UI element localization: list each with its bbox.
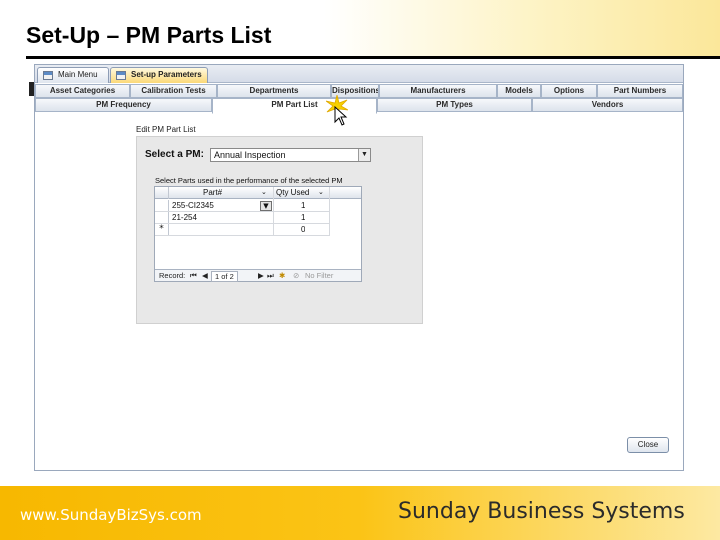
title-rule	[26, 56, 720, 59]
tab-calibration-tests[interactable]: Calibration Tests	[130, 84, 217, 98]
sort-arrow-icon: ⌄	[261, 189, 267, 196]
select-pm-label: Select a PM:	[145, 149, 204, 160]
tab-models[interactable]: Models	[497, 84, 541, 98]
slide-title: Set-Up – PM Parts List	[26, 22, 272, 48]
footer-url: www.SundayBizSys.com	[20, 506, 202, 524]
form-caption: Edit PM Part List	[136, 125, 196, 134]
slide-footer: www.SundayBizSys.com Sunday Business Sys…	[0, 486, 720, 540]
tab-pm-types[interactable]: PM Types	[377, 98, 532, 112]
column-header-part[interactable]: Part#	[203, 187, 222, 198]
new-record-marker[interactable]: *	[155, 224, 169, 235]
doc-tab-main-menu[interactable]: Main Menu	[37, 67, 109, 83]
tab-part-numbers[interactable]: Part Numbers	[597, 84, 683, 98]
subform-label: Select Parts used in the performance of …	[155, 176, 343, 185]
footer-company: Sunday Business Systems	[398, 499, 685, 524]
form-icon	[116, 71, 126, 80]
select-pm-value: Annual Inspection	[214, 150, 286, 160]
new-record-icon[interactable]: ✱	[279, 271, 285, 280]
pm-part-list-form: Select a PM: Annual Inspection ▼ Select …	[136, 136, 423, 324]
doc-tab-label: Main Menu	[58, 70, 98, 79]
column-header-qty[interactable]: Qty Used	[276, 187, 309, 198]
parts-grid: Part# ⌄ Qty Used ⌄ 255-CI2345 ▼ 1 21-254…	[154, 186, 362, 282]
qty-cell-new[interactable]: 0	[301, 224, 305, 235]
form-icon	[43, 71, 53, 80]
tab-pm-part-list[interactable]: PM Part List	[212, 98, 377, 114]
row-divider	[155, 235, 330, 236]
tab-departments[interactable]: Departments	[217, 84, 331, 98]
part-dropdown-button[interactable]: ▼	[260, 201, 272, 211]
doc-tab-setup-parameters[interactable]: Set-up Parameters	[110, 67, 208, 83]
tab-row-2: PM Frequency PM Part List PM Types Vendo…	[35, 98, 683, 114]
tab-manufacturers[interactable]: Manufacturers	[379, 84, 497, 98]
qty-cell[interactable]: 1	[301, 212, 305, 223]
last-record-icon[interactable]: ⏭	[267, 271, 274, 281]
part-cell[interactable]: 21-254	[172, 212, 197, 223]
previous-record-icon[interactable]: ◀	[202, 271, 208, 280]
sort-arrow-icon: ⌄	[318, 189, 324, 196]
record-selector[interactable]	[155, 212, 169, 223]
next-record-icon[interactable]: ▶	[258, 271, 264, 280]
record-selector[interactable]	[155, 200, 169, 211]
grid-header: Part# ⌄ Qty Used ⌄	[155, 187, 361, 199]
qty-cell[interactable]: 1	[301, 200, 305, 211]
close-button[interactable]: Close	[627, 437, 669, 453]
tab-pm-frequency[interactable]: PM Frequency	[35, 98, 212, 112]
document-tab-strip: Main Menu Set-up Parameters	[35, 65, 683, 83]
doc-tab-label: Set-up Parameters	[131, 70, 202, 79]
record-position[interactable]: 1 of 2	[211, 271, 238, 282]
tab-row-1: Asset Categories Calibration Tests Depar…	[35, 84, 683, 98]
app-window: Main Menu Set-up Parameters Asset Catego…	[34, 64, 684, 471]
tab-vendors[interactable]: Vendors	[532, 98, 683, 112]
record-label: Record:	[159, 271, 186, 280]
record-navigator: Record: ⏮ ◀ 1 of 2 ▶ ⏭ ✱ ⊘ No Filter	[155, 269, 361, 282]
part-cell[interactable]: 255-CI2345	[172, 200, 214, 211]
mouse-pointer-icon	[334, 106, 348, 126]
select-all-corner[interactable]	[155, 187, 169, 199]
chevron-down-icon[interactable]: ▼	[358, 149, 370, 161]
first-record-icon[interactable]: ⏮	[190, 271, 197, 281]
select-pm-combo[interactable]: Annual Inspection ▼	[210, 148, 371, 162]
filter-icon[interactable]: ⊘	[293, 271, 299, 280]
tab-asset-categories[interactable]: Asset Categories	[35, 84, 130, 98]
tab-options[interactable]: Options	[541, 84, 597, 98]
no-filter-label[interactable]: No Filter	[305, 271, 333, 280]
